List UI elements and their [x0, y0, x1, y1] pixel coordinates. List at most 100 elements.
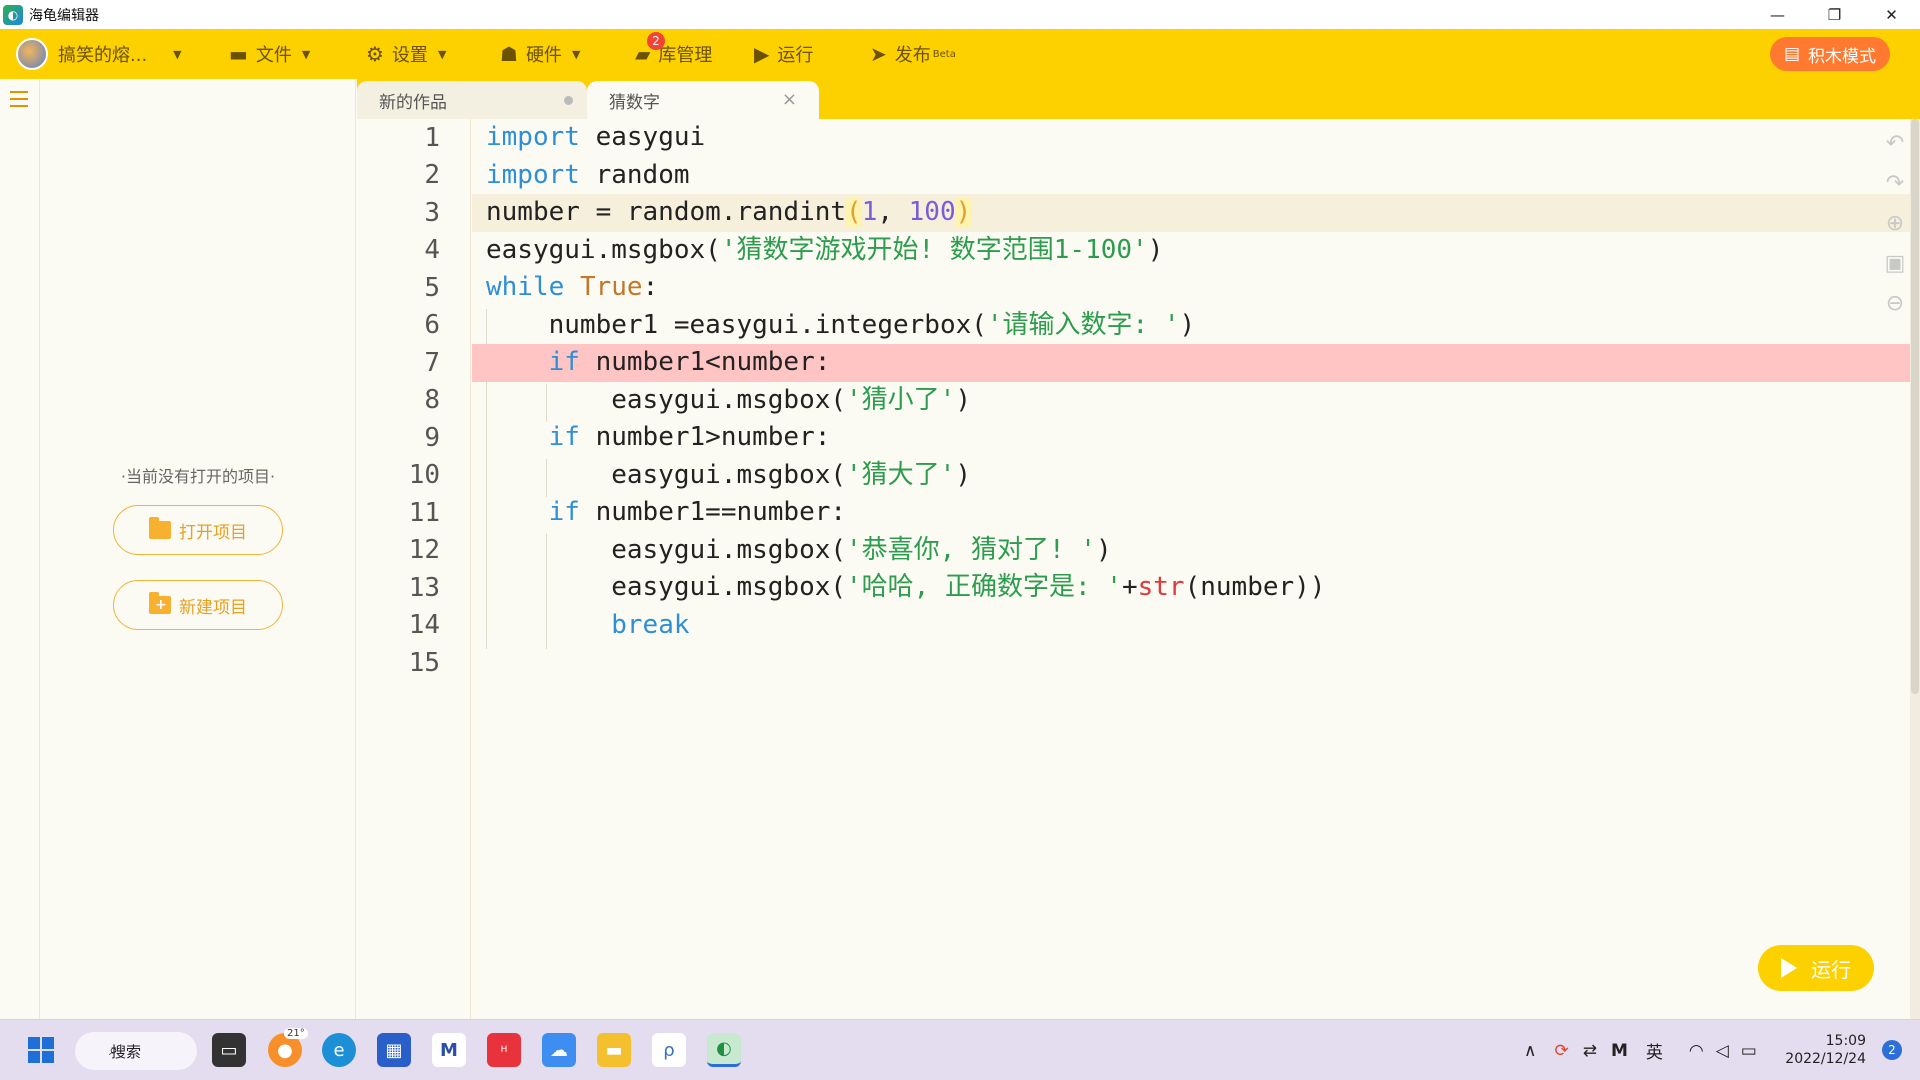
chevron-up-icon[interactable]: ∧ — [1524, 1041, 1536, 1061]
code-area[interactable]: import easygui import random number = ra… — [472, 119, 1920, 1019]
main-toolbar: 搞笑的熔... ▼ ▬ 文件 ▼ ⚙ 设置 ▼ ☗ 硬件 ▼ ▰ 2 库管理 ▶… — [0, 29, 1920, 79]
huawei-icon[interactable]: H — [487, 1033, 521, 1067]
line-number: 14 — [408, 610, 440, 640]
code-line[interactable]: import random — [472, 157, 1912, 195]
taskbar-search[interactable]: ⌕ 搜索 — [75, 1032, 197, 1070]
python-icon[interactable]: ρ — [652, 1033, 686, 1067]
file-explorer-icon[interactable]: ▬ — [597, 1033, 631, 1067]
redo-icon[interactable]: ↷ — [1880, 171, 1910, 211]
app-icon[interactable]: M — [432, 1033, 466, 1067]
hardware-menu[interactable]: ☗ 硬件 ▼ — [500, 29, 580, 79]
line-number: 10 — [408, 460, 440, 490]
code-line[interactable]: if number1>number: — [472, 419, 1912, 457]
no-project-text: ·当前没有打开的项目· — [120, 467, 276, 486]
code-line[interactable] — [472, 644, 1912, 682]
run-button[interactable]: 运行 — [1758, 945, 1874, 991]
close-button[interactable]: ✕ — [1863, 0, 1920, 29]
tab-bar: 新的作品 猜数字 × — [357, 79, 1920, 119]
code-line-error[interactable]: if number1<number: — [472, 344, 1912, 382]
window-title: 海龟编辑器 — [29, 7, 99, 24]
tab-new-work[interactable]: 新的作品 — [357, 81, 587, 119]
publish-button[interactable]: ➤ 发布 Beta — [870, 29, 956, 79]
library-manager-button[interactable]: ▰ 2 库管理 — [635, 29, 712, 79]
windows-start-icon[interactable] — [24, 1033, 58, 1067]
input-method-label[interactable]: 英 — [1646, 1038, 1663, 1063]
code-line[interactable]: import easygui — [472, 119, 1912, 157]
code-line[interactable]: easygui.msgbox('猜小了') — [472, 382, 1912, 420]
code-line[interactable]: easygui.msgbox('恭喜你, 猜对了! ') — [472, 532, 1912, 570]
code-line[interactable]: number1 =easygui.integerbox('请输入数字: ') — [472, 307, 1912, 345]
chevron-down-icon: ▼ — [301, 47, 311, 61]
zoom-out-icon[interactable]: ⊖ — [1880, 291, 1910, 331]
code-line[interactable]: break — [472, 607, 1912, 645]
folder-plus-icon: + — [149, 592, 171, 614]
file-menu[interactable]: ▬ 文件 ▼ — [229, 29, 310, 79]
code-line[interactable]: easygui.msgbox('猜大了') — [472, 457, 1912, 495]
code-line[interactable]: easygui.msgbox('猜数字游戏开始! 数字范围1-100') — [472, 232, 1912, 270]
cloud-icon[interactable]: ☁ — [542, 1033, 576, 1067]
close-icon[interactable]: × — [782, 89, 797, 110]
app-tray-icon[interactable]: M — [1611, 1041, 1628, 1061]
menu-icon[interactable] — [10, 91, 28, 107]
line-number: 3 — [424, 198, 440, 228]
clock[interactable]: 15:09 2022/12/24 — [1785, 1032, 1866, 1068]
open-project-label: 打开项目 — [179, 522, 247, 543]
tab-label: 新的作品 — [379, 92, 447, 113]
chevron-down-icon: ▼ — [571, 47, 581, 61]
volume-icon[interactable]: ◁ — [1716, 1041, 1729, 1061]
line-number: 9 — [424, 423, 440, 453]
open-project-button[interactable]: 打开项目 — [113, 505, 283, 555]
store-icon[interactable]: ▦ — [377, 1033, 411, 1067]
undo-icon[interactable]: ↶ — [1880, 131, 1910, 171]
chevron-down-icon: ▼ — [173, 47, 182, 61]
font-size-icon[interactable]: ▣ — [1880, 251, 1910, 291]
line-number: 5 — [424, 273, 440, 303]
code-line-current[interactable]: number = random.randint(1, 100) — [472, 194, 1912, 232]
file-menu-label: 文件 — [255, 45, 292, 66]
sync-icon[interactable]: ⟳ — [1554, 1041, 1568, 1061]
settings-menu[interactable]: ⚙ 设置 ▼ — [366, 29, 446, 79]
clock-time: 15:09 — [1825, 1033, 1866, 1049]
run-toolbar-button[interactable]: ▶ 运行 — [754, 29, 813, 79]
project-panel: ·当前没有打开的项目· 打开项目 + 新建项目 — [40, 79, 356, 1019]
turtle-app-icon: ◐ — [3, 4, 23, 25]
library-manager-label: 库管理 — [658, 45, 713, 66]
turtle-editor-taskbar-icon[interactable]: ◐ — [707, 1033, 741, 1067]
code-line[interactable]: while True: — [472, 269, 1912, 307]
task-view-icon[interactable]: ▭ — [212, 1033, 246, 1067]
code-line[interactable]: easygui.msgbox('哈哈, 正确数字是: '+str(number)… — [472, 569, 1912, 607]
line-number: 4 — [424, 235, 440, 265]
minimize-button[interactable]: — — [1749, 0, 1806, 29]
robot-icon: ☗ — [500, 42, 518, 66]
user-menu[interactable]: 搞笑的熔... ▼ — [16, 29, 182, 79]
block-mode-button[interactable]: ▤ 积木模式 — [1769, 37, 1890, 71]
new-project-label: 新建项目 — [179, 597, 247, 618]
line-number: 7 — [424, 348, 440, 378]
notification-badge[interactable]: 2 — [1882, 1040, 1902, 1060]
title-bar: ◐ 海龟编辑器 — ❐ ✕ — [0, 0, 1920, 29]
zoom-in-icon[interactable]: ⊕ — [1880, 211, 1910, 251]
wifi-icon[interactable]: ◠ — [1689, 1041, 1704, 1061]
line-number: 11 — [408, 498, 440, 528]
scrollbar-thumb[interactable] — [1911, 119, 1919, 694]
editor-side-tools: ↶ ↷ ⊕ ▣ ⊖ — [1880, 131, 1910, 331]
editor-scrollbar[interactable] — [1910, 119, 1920, 1019]
line-number: 13 — [408, 573, 440, 603]
publish-label: 发布 — [894, 45, 931, 66]
paper-plane-icon: ➤ — [870, 42, 887, 66]
gear-icon: ⚙ — [366, 42, 384, 66]
edge-browser-icon[interactable]: e — [322, 1033, 356, 1067]
library-badge: 2 — [647, 32, 665, 50]
folder-icon: ▬ — [229, 42, 248, 66]
run-toolbar-label: 运行 — [777, 45, 814, 66]
transfer-icon[interactable]: ⇄ — [1583, 1041, 1597, 1061]
code-editor[interactable]: 1 2 3 4 5 6 7 8 9 10 11 12 13 14 15 impo… — [357, 119, 1920, 1019]
tab-guess-number[interactable]: 猜数字 × — [587, 81, 819, 119]
line-number-gutter: 1 2 3 4 5 6 7 8 9 10 11 12 13 14 15 — [357, 119, 471, 1019]
code-line[interactable]: if number1==number: — [472, 494, 1912, 532]
battery-icon[interactable]: ▭ — [1741, 1041, 1757, 1061]
blocks-icon: ▤ — [1783, 44, 1800, 64]
restore-button[interactable]: ❐ — [1806, 0, 1863, 29]
new-project-button[interactable]: + 新建项目 — [113, 580, 283, 630]
avatar — [16, 38, 48, 70]
